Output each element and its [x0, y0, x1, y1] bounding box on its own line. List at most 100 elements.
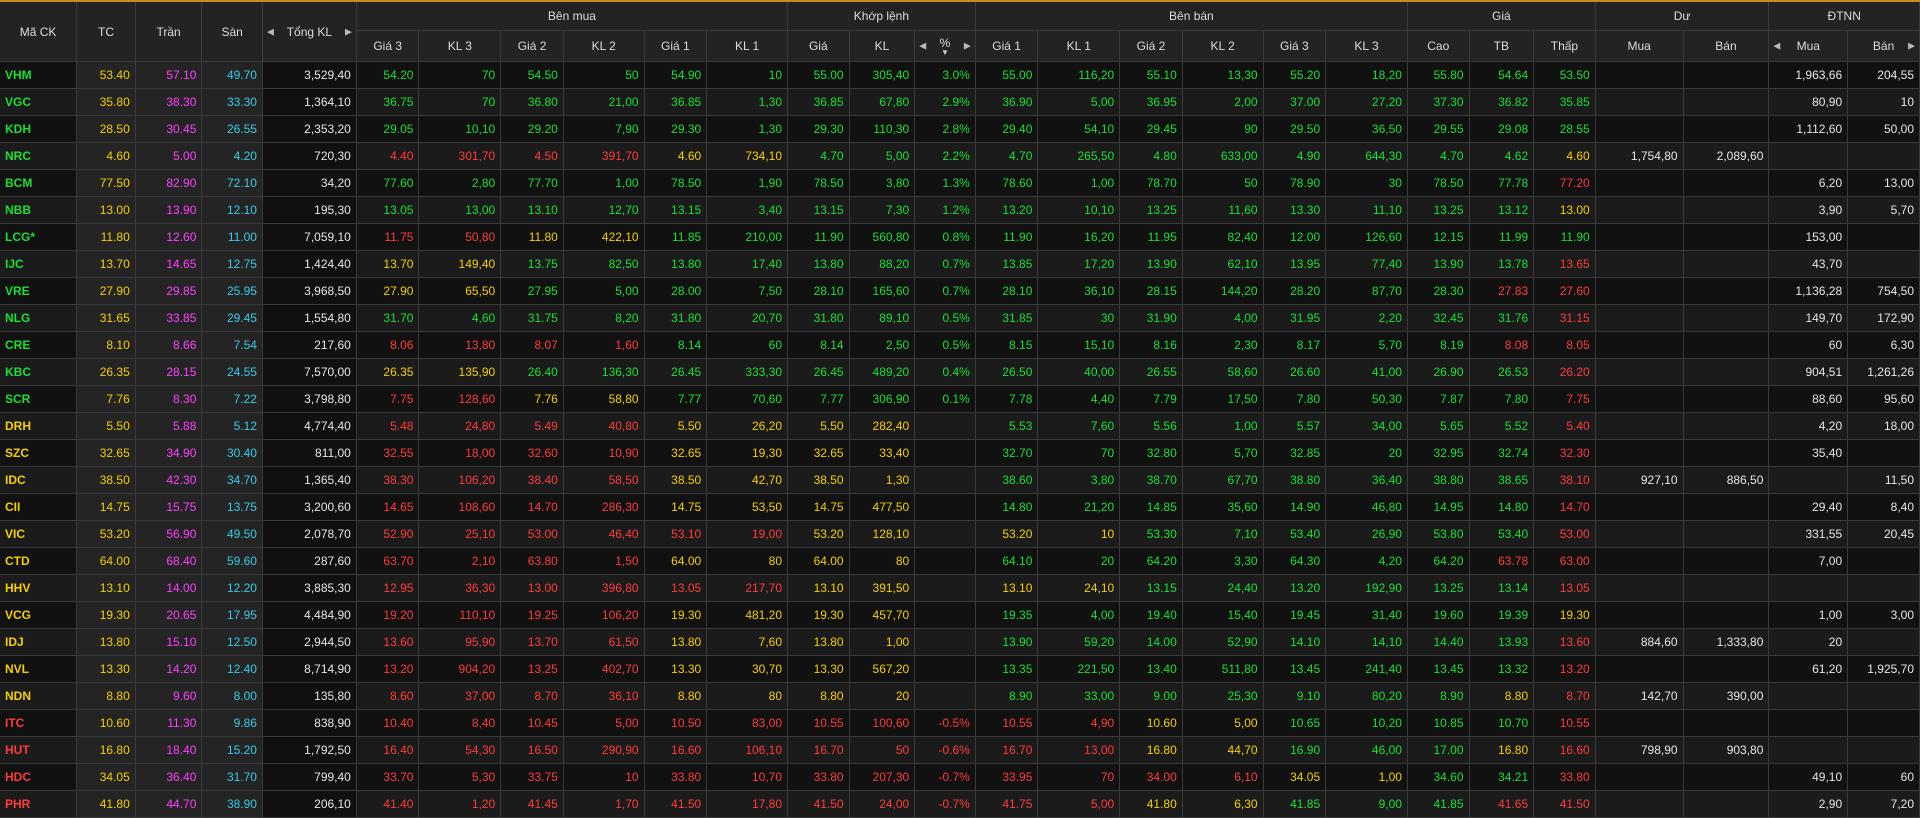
- symbol-cell[interactable]: NRC: [0, 142, 78, 170]
- col-header-sell-price-2[interactable]: Giá 2: [1119, 30, 1183, 62]
- nn-ban-cell: 10: [1847, 88, 1920, 116]
- col-header-nn-ban[interactable]: Bán ▶: [1847, 30, 1920, 62]
- col-header-buy-price-2[interactable]: Giá 2: [500, 30, 564, 62]
- symbol-cell[interactable]: NVL: [0, 655, 78, 683]
- symbol-cell[interactable]: PHR: [0, 790, 78, 818]
- table-row[interactable]: ITC 10.60 11.30 9.86 838,90 10.40 8,40 10.45 5,0…: [0, 709, 1920, 737]
- table-row[interactable]: NDN 8.80 9.60 8.00 135,80 8.60 37,00 8.70 36,10 8…: [0, 682, 1920, 710]
- buy-vol-1-cell: 7,50: [706, 277, 789, 305]
- table-row[interactable]: VIC 53.20 56.90 49.50 2,078,70 52.90 25,10 53.0…: [0, 520, 1920, 548]
- col-header-sell-vol-3[interactable]: KL 3: [1325, 30, 1408, 62]
- table-row[interactable]: IJC 13.70 14.65 12.75 1,424,40 13.70 149,40 13.…: [0, 250, 1920, 278]
- symbol-cell[interactable]: HHV: [0, 574, 78, 602]
- col-header-low[interactable]: Thấp: [1533, 30, 1596, 62]
- symbol-cell[interactable]: VHM: [0, 61, 78, 89]
- symbol-cell[interactable]: CII: [0, 493, 78, 521]
- col-header-buy-vol-3[interactable]: KL 3: [418, 30, 502, 62]
- symbol-cell[interactable]: CRE: [0, 331, 78, 359]
- col-header-buy-vol-2[interactable]: KL 2: [563, 30, 645, 62]
- nn-mua-cell: 1,963,66: [1768, 61, 1849, 89]
- symbol-cell[interactable]: SCR: [0, 385, 78, 413]
- col-header-match-vol[interactable]: KL: [849, 30, 916, 62]
- table-row[interactable]: SZC 32.65 34.90 30.40 811,00 32.55 18,00 32.60 1…: [0, 439, 1920, 467]
- floor-price-cell: 8.00: [201, 682, 263, 710]
- nn-next-icon[interactable]: ▶: [1908, 41, 1915, 52]
- symbol-cell[interactable]: CTD: [0, 547, 78, 575]
- symbol-cell[interactable]: VRE: [0, 277, 78, 305]
- col-header-du-ban[interactable]: Bán: [1683, 30, 1770, 62]
- table-row[interactable]: CII 14.75 15.75 13.75 3,200,60 14.65 108,60 14.…: [0, 493, 1920, 521]
- table-row[interactable]: BCM 77.50 82.90 72.10 34,20 77.60 2,80 77.70 1,0…: [0, 169, 1920, 197]
- col-header-avg[interactable]: TB: [1469, 30, 1535, 62]
- symbol-cell[interactable]: LCG*: [0, 223, 78, 251]
- table-row[interactable]: VCG 19.30 20.65 17.95 4,484,90 19.20 110,10 19.…: [0, 601, 1920, 629]
- col-header-ma-ck[interactable]: Mã CK: [0, 0, 78, 62]
- nn-mua-cell: [1768, 574, 1849, 602]
- symbol-cell[interactable]: IDC: [0, 466, 78, 494]
- col-header-match-pct[interactable]: ◀ % ▼ ▶: [914, 30, 976, 62]
- col-header-du-mua[interactable]: Mua: [1595, 30, 1684, 62]
- symbol-cell[interactable]: IJC: [0, 250, 78, 278]
- symbol-cell[interactable]: ITC: [0, 709, 78, 737]
- col-header-tran[interactable]: Trần: [135, 0, 203, 62]
- table-row[interactable]: HHV 13.10 14.00 12.20 3,885,30 12.95 36,30 13.0…: [0, 574, 1920, 602]
- symbol-cell[interactable]: IDJ: [0, 628, 78, 656]
- col-header-buy-price-3[interactable]: Giá 3: [356, 30, 420, 62]
- table-row[interactable]: DRH 5.50 5.88 5.12 4,774,40 5.48 24,80 5.49 40,8…: [0, 412, 1920, 440]
- table-row[interactable]: VRE 27.90 29.85 25.95 3,968,50 27.90 65,50 27.9…: [0, 277, 1920, 305]
- table-row[interactable]: IDC 38.50 42.30 34.70 1,365,40 38.30 106,20 38.…: [0, 466, 1920, 494]
- symbol-cell[interactable]: NLG: [0, 304, 78, 332]
- col-header-match-price[interactable]: Giá: [787, 30, 850, 62]
- symbol-cell[interactable]: KBC: [0, 358, 78, 386]
- table-row[interactable]: LCG* 11.80 12.60 11.00 7,059,10 11.75 50,80 11.…: [0, 223, 1920, 251]
- col-header-sell-vol-1[interactable]: KL 1: [1037, 30, 1121, 62]
- table-row[interactable]: NLG 31.65 33.85 29.45 1,554,80 31.70 4,60 31.75…: [0, 304, 1920, 332]
- col-header-san[interactable]: Sàn: [201, 0, 263, 62]
- table-row[interactable]: CRE 8.10 8.66 7.54 217,60 8.06 13,80 8.07 1,60 8.…: [0, 331, 1920, 359]
- high-price-cell: 13.25: [1407, 574, 1470, 602]
- low-price-cell: 13.20: [1533, 655, 1596, 683]
- table-row[interactable]: HUT 16.80 18.40 15.20 1,792,50 16.40 54,30 16.5…: [0, 736, 1920, 764]
- table-row[interactable]: VGC 35.80 38.30 33.30 1,364,10 36.75 70 36.80 21…: [0, 88, 1920, 116]
- symbol-cell[interactable]: VIC: [0, 520, 78, 548]
- table-row[interactable]: IDJ 13.80 15.10 12.50 2,944,50 13.60 95,90 13.7…: [0, 628, 1920, 656]
- floor-price-cell: 11.00: [201, 223, 263, 251]
- table-row[interactable]: PHR 41.80 44.70 38.90 206,10 41.40 1,20 41.45 1,…: [0, 790, 1920, 818]
- table-row[interactable]: NVL 13.30 14.20 12.40 8,714,90 13.20 904,20 13.…: [0, 655, 1920, 683]
- table-row[interactable]: VHM 53.40 57.10 49.70 3,529,40 54.20 70 54.50 50…: [0, 61, 1920, 89]
- table-row[interactable]: NRC 4.60 5.00 4.20 720,30 4.40 301,70 4.50 391,7…: [0, 142, 1920, 170]
- symbol-cell[interactable]: DRH: [0, 412, 78, 440]
- table-row[interactable]: NBB 13.00 13.90 12.10 195,30 13.05 13,00 13.10 1…: [0, 196, 1920, 224]
- col-header-tong-kl[interactable]: ◀ Tổng KL ▶: [262, 0, 357, 62]
- table-row[interactable]: CTD 64.00 68.40 59.60 287,60 63.70 2,10 63.80 1,…: [0, 547, 1920, 575]
- col-header-sell-price-1[interactable]: Giá 1: [975, 30, 1039, 62]
- table-row[interactable]: KDH 28.50 30.45 26.55 2,353,20 29.05 10,10 29.2…: [0, 115, 1920, 143]
- col-header-sell-vol-2[interactable]: KL 2: [1182, 30, 1264, 62]
- pct-prev-icon[interactable]: ◀: [919, 41, 926, 52]
- symbol-cell[interactable]: KDH: [0, 115, 78, 143]
- symbol-cell[interactable]: HDC: [0, 763, 78, 791]
- floor-price-cell: 29.45: [201, 304, 263, 332]
- symbol-cell[interactable]: SZC: [0, 439, 78, 467]
- col-header-high[interactable]: Cao: [1407, 30, 1470, 62]
- col-header-nn-mua[interactable]: ◀ Mua: [1768, 30, 1849, 62]
- table-row[interactable]: SCR 7.76 8.30 7.22 3,798,80 7.75 128,60 7.76 58,…: [0, 385, 1920, 413]
- scroll-left-icon[interactable]: ◀: [267, 26, 274, 37]
- symbol-cell[interactable]: NDN: [0, 682, 78, 710]
- pct-next-icon[interactable]: ▶: [964, 41, 971, 52]
- col-header-buy-price-1[interactable]: Giá 1: [644, 30, 708, 62]
- buy-price-1-cell: 11.85: [644, 223, 708, 251]
- symbol-cell[interactable]: NBB: [0, 196, 78, 224]
- nn-prev-icon[interactable]: ◀: [1773, 41, 1780, 52]
- symbol-cell[interactable]: VCG: [0, 601, 78, 629]
- col-header-sell-price-3[interactable]: Giá 3: [1263, 30, 1327, 62]
- symbol-cell[interactable]: VGC: [0, 88, 78, 116]
- symbol-cell[interactable]: BCM: [0, 169, 78, 197]
- col-header-buy-vol-1[interactable]: KL 1: [706, 30, 789, 62]
- ceiling-price-cell: 11.30: [135, 709, 203, 737]
- scroll-right-icon[interactable]: ▶: [345, 26, 352, 37]
- col-header-tc[interactable]: TC: [76, 0, 136, 62]
- table-row[interactable]: KBC 26.35 28.15 24.55 7,570,00 26.35 135,90 26.…: [0, 358, 1920, 386]
- symbol-cell[interactable]: HUT: [0, 736, 78, 764]
- table-row[interactable]: HDC 34.05 36.40 31.70 799,40 33.70 5,30 33.75 10…: [0, 763, 1920, 791]
